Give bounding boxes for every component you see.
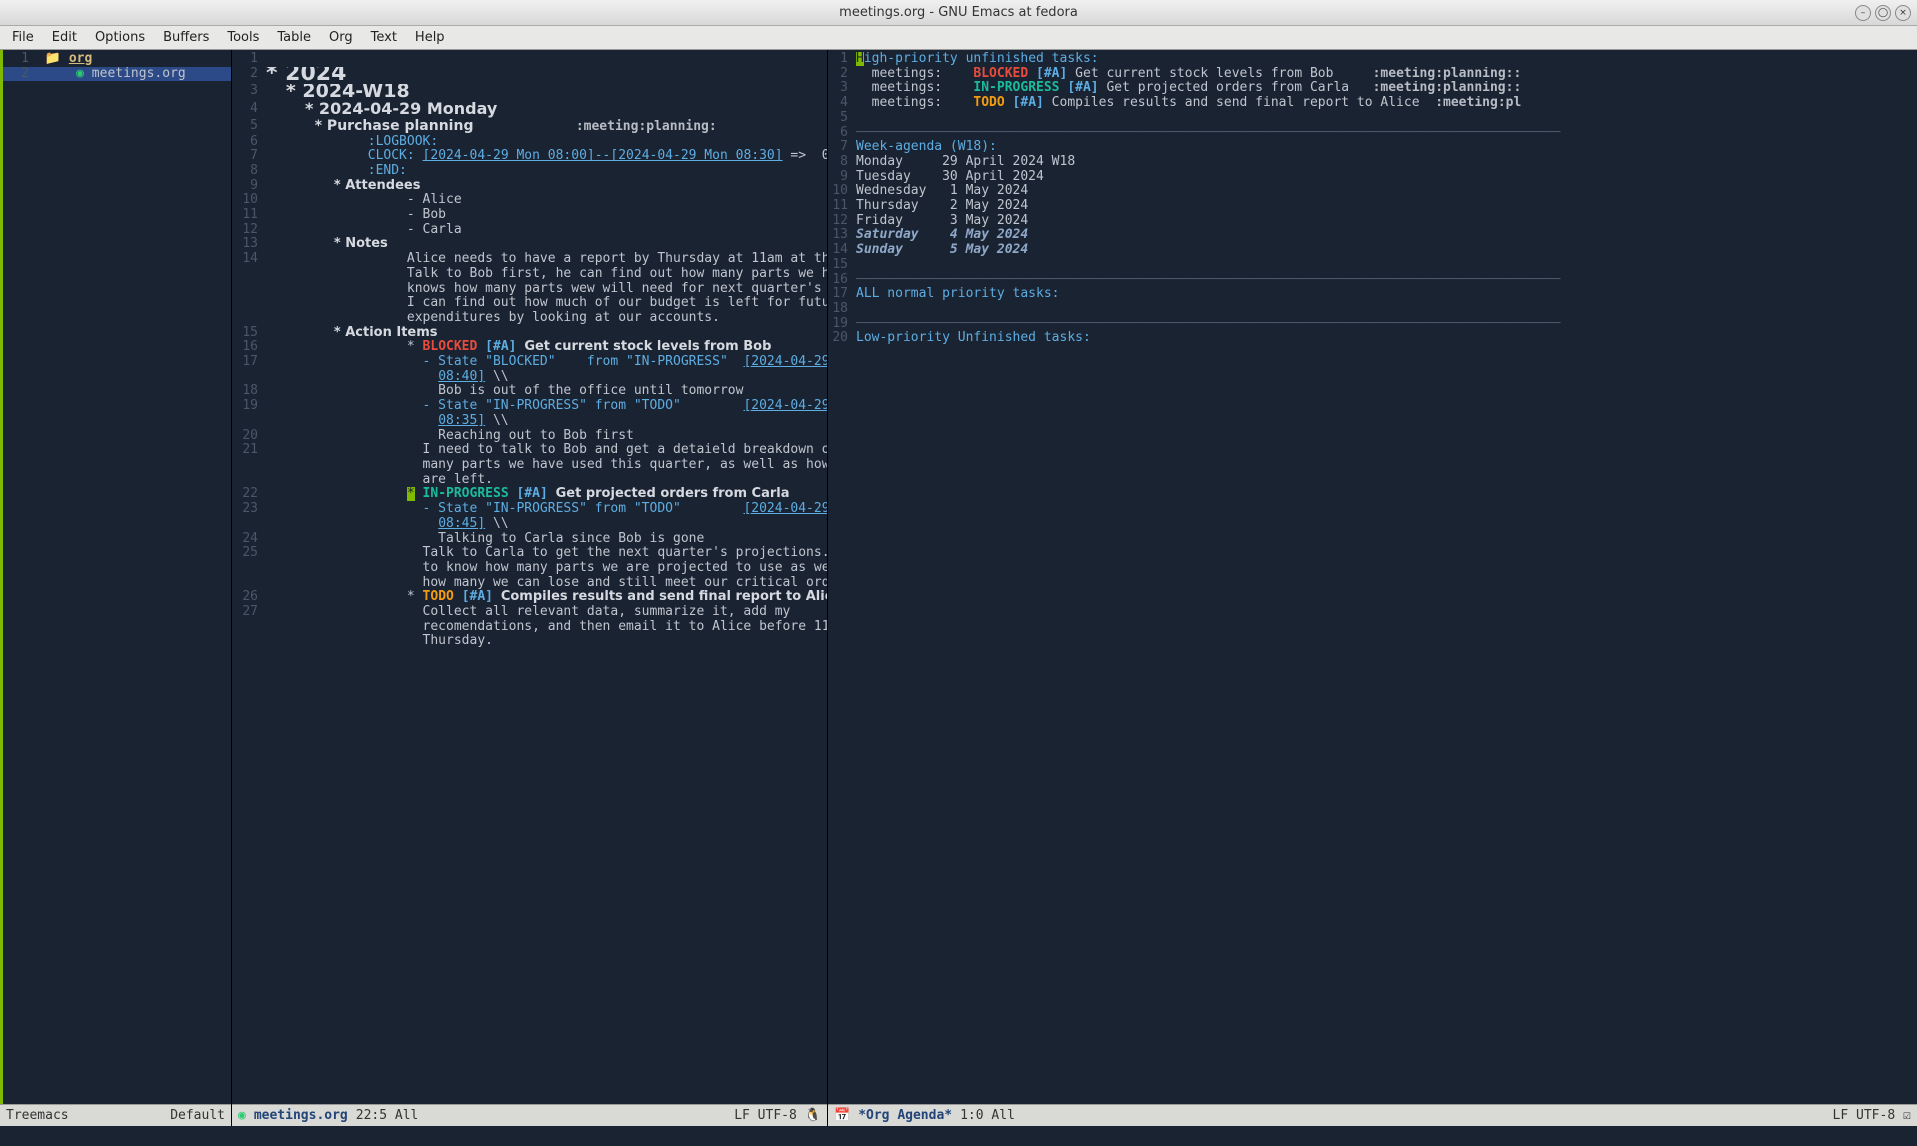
editor-line[interactable]: Thursday. [266, 634, 827, 649]
window-titlebar: meetings.org - GNU Emacs at fedora – ◯ × [0, 0, 1917, 26]
editor-line[interactable]: - Alice [266, 193, 827, 208]
org-file-icon: ◉ [76, 67, 84, 81]
editor-line[interactable]: are left. [266, 473, 827, 488]
encoding: LF UTF-8 [1833, 1108, 1896, 1123]
menu-edit[interactable]: Edit [44, 28, 85, 47]
menubar[interactable]: FileEditOptionsBuffersToolsTableOrgTextH… [0, 26, 1917, 50]
editor-line[interactable]: I need to talk to Bob and get a detaield… [266, 443, 827, 458]
cursor-position: 22:5 All [356, 1108, 419, 1123]
agenda-line[interactable]: ALL normal priority tasks: [856, 287, 1917, 302]
agenda-line[interactable]: Tuesday 30 April 2024 [856, 170, 1917, 185]
agenda-line[interactable]: Sunday 5 May 2024 [856, 243, 1917, 258]
editor-line[interactable]: * 2024 [266, 67, 827, 85]
editor-line[interactable]: to know how many parts we are projected … [266, 561, 827, 576]
agenda-line[interactable]: ────────────────────────────────────────… [856, 126, 1917, 141]
editor-line[interactable]: :END: [266, 164, 827, 179]
agenda-pane[interactable]: 1High-priority unfinished tasks:2 meetin… [828, 50, 1917, 1126]
agenda-line[interactable]: Week-agenda (W18): [856, 140, 1917, 155]
window-title: meetings.org - GNU Emacs at fedora [839, 5, 1078, 20]
editor-line[interactable]: * TODO [#A] Compiles results and send fi… [266, 590, 827, 605]
git-icon: 🐧 [805, 1108, 821, 1123]
agenda-line[interactable]: meetings: IN-PROGRESS [#A] Get projected… [856, 81, 1917, 96]
editor-line[interactable]: - Bob [266, 208, 827, 223]
menu-options[interactable]: Options [87, 28, 153, 47]
agenda-line[interactable]: High-priority unfinished tasks: [856, 52, 1917, 67]
cursor-position: 1:0 All [960, 1108, 1015, 1123]
agenda-modeline: 📅 *Org Agenda* 1:0 All LF UTF-8 ☑ [828, 1104, 1917, 1126]
editor-line[interactable]: * Attendees [266, 179, 827, 194]
editor-line[interactable]: * Purchase planning :meeting:planning: [266, 119, 827, 135]
editor-line[interactable]: Alice needs to have a report by Thursday… [266, 252, 827, 267]
editor-line[interactable]: Collect all relevant data, summarize it,… [266, 605, 827, 620]
menu-file[interactable]: File [4, 28, 42, 47]
treemacs-pane[interactable]: 1 📁 org2 ◉ meetings.org Treemacs Default [0, 50, 232, 1126]
menu-text[interactable]: Text [363, 28, 405, 47]
agenda-line[interactable]: Saturday 4 May 2024 [856, 228, 1917, 243]
agenda-line[interactable] [856, 258, 1917, 273]
editor-line[interactable]: 08:35] \\ [266, 414, 827, 429]
agenda-line[interactable]: Thursday 2 May 2024 [856, 199, 1917, 214]
editor-line[interactable]: - State "IN-PROGRESS" from "TODO" [2024-… [266, 399, 827, 414]
editor-line[interactable] [266, 52, 827, 67]
modeline-right: Default [170, 1108, 225, 1123]
editor-line[interactable]: * Action Items [266, 326, 827, 341]
agenda-line[interactable]: ────────────────────────────────────────… [856, 317, 1917, 332]
menu-tools[interactable]: Tools [219, 28, 267, 47]
editor-line[interactable]: Talking to Carla since Bob is gone [266, 532, 827, 547]
folder-icon: 📁 [45, 52, 61, 66]
treemacs-root[interactable]: org [69, 52, 92, 66]
editor-line[interactable]: * BLOCKED [#A] Get current stock levels … [266, 340, 827, 355]
editor-line[interactable]: 08:40] \\ [266, 370, 827, 385]
maximize-button[interactable]: ◯ [1875, 5, 1891, 21]
buffer-name: *Org Agenda* [858, 1108, 952, 1123]
modeline-mode: Treemacs [6, 1108, 69, 1123]
editor-line[interactable]: knows how many parts wew will need for n… [266, 282, 827, 297]
check-icon: ☑ [1903, 1108, 1911, 1123]
editor-line[interactable]: I can find out how much of our budget is… [266, 296, 827, 311]
treemacs-file[interactable]: meetings.org [92, 67, 186, 81]
main-editor-pane[interactable]: 12* 20243 * 2024-W184 * 2024-04-29 Monda… [232, 50, 828, 1126]
agenda-line[interactable]: meetings: BLOCKED [#A] Get current stock… [856, 67, 1917, 82]
editor-line[interactable]: - State "IN-PROGRESS" from "TODO" [2024-… [266, 502, 827, 517]
editor-line[interactable]: Talk to Bob first, he can find out how m… [266, 267, 827, 282]
agenda-line[interactable]: Friday 3 May 2024 [856, 214, 1917, 229]
minimize-button[interactable]: – [1855, 5, 1871, 21]
editor-line[interactable]: * 2024-W18 [266, 84, 827, 102]
agenda-line[interactable]: Low-priority Unfinished tasks: [856, 331, 1917, 346]
editor-line[interactable]: * Notes [266, 237, 827, 252]
agenda-line[interactable]: Wednesday 1 May 2024 [856, 184, 1917, 199]
buffer-name: meetings.org [254, 1108, 348, 1123]
calendar-icon: 📅 [834, 1108, 850, 1123]
editor-line[interactable]: * IN-PROGRESS [#A] Get projected orders … [266, 487, 827, 502]
close-button[interactable]: × [1895, 5, 1911, 21]
minibuffer[interactable] [0, 1126, 1917, 1146]
editor-line[interactable]: - Carla [266, 223, 827, 238]
menu-table[interactable]: Table [269, 28, 319, 47]
agenda-line[interactable]: Monday 29 April 2024 W18 [856, 155, 1917, 170]
editor-line[interactable]: Bob is out of the office until tomorrow [266, 384, 827, 399]
treemacs-modeline: Treemacs Default [0, 1104, 231, 1126]
agenda-line[interactable] [856, 302, 1917, 317]
editor-line[interactable]: Talk to Carla to get the next quarter's … [266, 546, 827, 561]
editor-line[interactable]: - State "BLOCKED" from "IN-PROGRESS" [20… [266, 355, 827, 370]
encoding: LF UTF-8 [734, 1108, 797, 1123]
menu-help[interactable]: Help [407, 28, 453, 47]
editor-line[interactable]: * 2024-04-29 Monday [266, 102, 827, 119]
editor-line[interactable]: recomendations, and then email it to Ali… [266, 620, 827, 635]
editor-line[interactable]: Reaching out to Bob first [266, 429, 827, 444]
menu-org[interactable]: Org [321, 28, 361, 47]
org-icon: ◉ [238, 1108, 246, 1123]
editor-line[interactable]: how many we can lose and still meet our … [266, 576, 827, 591]
main-modeline: ◉ meetings.org 22:5 All LF UTF-8 🐧 [232, 1104, 827, 1126]
editor-line[interactable]: CLOCK: [2024-04-29 Mon 08:00]--[2024-04-… [266, 149, 827, 164]
editor-line[interactable]: many parts we have used this quarter, as… [266, 458, 827, 473]
agenda-line[interactable] [856, 111, 1917, 126]
editor-line[interactable]: 08:45] \\ [266, 517, 827, 532]
editor-line[interactable]: expenditures by looking at our accounts. [266, 311, 827, 326]
agenda-line[interactable]: meetings: TODO [#A] Compiles results and… [856, 96, 1917, 111]
editor-line[interactable]: :LOGBOOK: [266, 135, 827, 150]
agenda-line[interactable]: ────────────────────────────────────────… [856, 273, 1917, 288]
menu-buffers[interactable]: Buffers [155, 28, 217, 47]
